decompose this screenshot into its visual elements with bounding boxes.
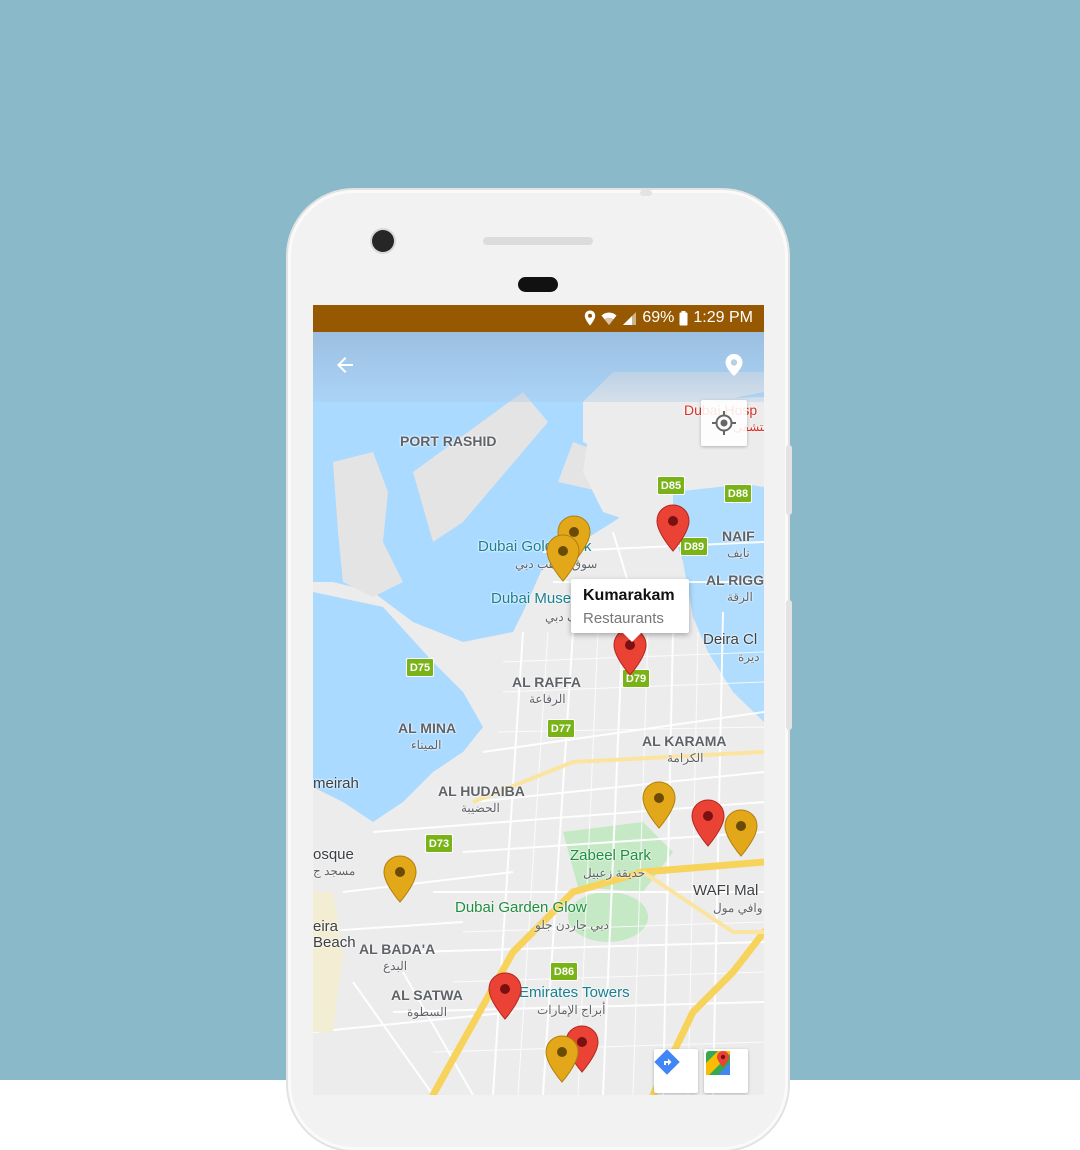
phone-volume-button	[786, 600, 792, 730]
phone-side-button	[786, 445, 792, 515]
location-icon	[585, 310, 596, 326]
map-label-al-hudaiba-ar: الحضيبة	[461, 801, 500, 815]
map-label-jumeira-beach-line2: Beach	[313, 934, 356, 951]
map-marker-gold[interactable]	[546, 534, 580, 582]
map-label-zabeel-park-ar: حديقة زعبيل	[583, 866, 646, 880]
map-label-dubai-museum: Dubai Muse	[491, 590, 572, 607]
map-label-emirates-towers: Emirates Towers	[519, 984, 630, 1001]
map-label-naif-ar: نايف	[727, 546, 750, 560]
map-label-wafi-mall-ar: وافي مول	[713, 901, 763, 915]
proximity-sensor	[518, 277, 558, 292]
map-label-al-badaa: AL BADA'A	[359, 941, 436, 957]
map-label-dubai-garden-glow-ar: دبي جاردن جلو	[535, 918, 609, 932]
battery-percent: 69%	[642, 309, 675, 326]
info-window-subtitle: Restaurants	[583, 610, 664, 627]
map-view[interactable]: PORT RASHID Dubai Hosp مستشفى Dubai Gold…	[313, 332, 764, 1095]
wifi-icon	[601, 312, 617, 325]
marker-info-window[interactable]: Kumarakam Restaurants	[571, 579, 689, 642]
clock: 1:29 PM	[693, 309, 753, 326]
my-location-button[interactable]	[701, 400, 747, 446]
map-label-al-rigga: AL RIGG	[706, 572, 764, 588]
map-marker-red[interactable]	[691, 799, 725, 847]
map-label-naif: NAIF	[722, 528, 755, 544]
map-label-al-badaa-ar: البدع	[383, 959, 408, 973]
map-marker-red[interactable]	[488, 972, 522, 1020]
map-label-al-raffa: AL RAFFA	[512, 674, 581, 690]
info-window-title: Kumarakam	[583, 587, 675, 604]
road-shield-d77: D77	[547, 719, 575, 738]
status-bar: 69% 1:29 PM	[313, 305, 764, 332]
map-label-jumeira-beach-line1: eira	[313, 918, 339, 935]
map-marker-gold[interactable]	[642, 781, 676, 829]
phone-top-button	[640, 190, 652, 196]
map-label-al-rigga-ar: الرقة	[727, 590, 753, 604]
pin-action-button[interactable]	[719, 350, 749, 380]
directions-button[interactable]	[654, 1049, 698, 1093]
map-label-al-raffa-ar: الرفاعة	[529, 692, 566, 706]
arrow-left-icon	[337, 357, 353, 373]
open-in-google-maps-button[interactable]	[704, 1049, 748, 1093]
map-label-port-rashid: PORT RASHID	[400, 433, 497, 449]
front-camera	[372, 230, 394, 252]
map-label-emirates-towers-ar: أبراج الإمارات	[537, 1003, 606, 1017]
map-label-wafi-mall: WAFI Mal	[693, 882, 759, 899]
map-label-dubai-garden-glow: Dubai Garden Glow	[455, 899, 587, 916]
road-shield-d73: D73	[425, 834, 453, 853]
map-marker-gold[interactable]	[545, 1035, 579, 1083]
map-canvas	[313, 332, 764, 1095]
road-shield-d86: D86	[550, 962, 578, 981]
road-shield-d88: D88	[724, 484, 752, 503]
signal-icon	[623, 311, 637, 325]
directions-icon	[654, 1049, 680, 1075]
back-button[interactable]	[330, 350, 360, 380]
battery-icon	[679, 310, 688, 325]
map-pin-icon	[725, 354, 743, 376]
my-location-icon	[712, 411, 736, 435]
map-label-mosque-ar: مسجد ج	[313, 864, 356, 878]
phone-screen: PORT RASHID Dubai Hosp مستشفى Dubai Gold…	[313, 305, 764, 1095]
road-shield-d75: D75	[406, 658, 434, 677]
map-label-deira-city-ar: ديرة	[738, 650, 760, 664]
map-marker-red[interactable]	[656, 504, 690, 552]
map-label-al-karama: AL KARAMA	[642, 733, 727, 749]
map-label-al-karama-ar: الكرامة	[667, 751, 704, 765]
app-bar	[313, 332, 764, 402]
map-label-al-hudaiba: AL HUDAIBA	[438, 783, 525, 799]
map-label-deira-city: Deira Cl	[703, 631, 758, 648]
map-label-al-satwa: AL SATWA	[391, 987, 463, 1003]
map-label-al-mina-ar: الميناء	[411, 738, 442, 752]
map-marker-gold[interactable]	[383, 855, 417, 903]
map-marker-gold[interactable]	[724, 809, 758, 857]
map-label-zabeel-park: Zabeel Park	[570, 847, 651, 864]
map-label-al-satwa-ar: السطوة	[407, 1005, 448, 1019]
map-label-jumeirah: meirah	[313, 775, 359, 792]
map-label-mosque: osque	[313, 846, 354, 863]
earpiece-speaker	[483, 237, 593, 245]
road-shield-d85: D85	[657, 476, 685, 495]
google-maps-icon	[706, 1051, 730, 1075]
map-label-al-mina: AL MINA	[398, 720, 457, 736]
